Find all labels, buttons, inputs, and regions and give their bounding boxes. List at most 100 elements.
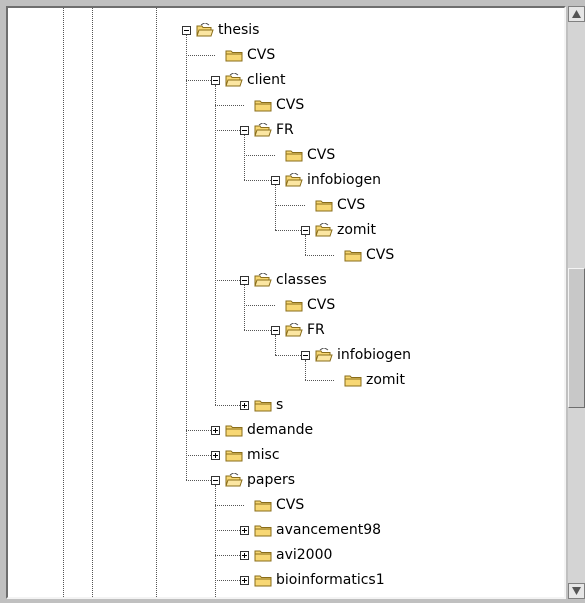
tree-branch-line [305,360,306,380]
tree-node-label: s [276,397,284,413]
tree-node-label: infobiogen [307,172,381,188]
tree-panel: thesis CVS client CVS FR CVS infobiogen CVS zomi… [6,6,566,599]
folder-icon [285,148,307,162]
folder-icon [285,298,307,312]
tree-node-label: FR [276,122,294,138]
tree-node[interactable]: zomit [301,218,376,242]
tree-branch-line [305,235,306,255]
open-folder-icon [225,473,247,487]
folder-icon [315,198,337,212]
folder-icon [225,448,247,462]
toggle-placeholder [271,151,280,160]
tree-guide-line [92,8,93,597]
collapse-toggle[interactable] [182,25,191,35]
open-folder-icon [196,23,218,37]
tree-node-label: zomit [366,372,405,388]
tree-node-label: client [247,72,286,88]
tree-node-label: papers [247,472,296,488]
expand-toggle[interactable] [240,575,249,585]
folder-icon [254,523,276,537]
tree-node-label: FR [307,322,325,338]
scroll-down-button[interactable] [568,583,585,599]
toggle-placeholder [271,301,280,310]
open-folder-icon [254,123,276,137]
tree-branch-line [244,285,245,330]
tree-node-label: bioinformatics1 [276,572,385,588]
tree-node-label: avancement98 [276,522,382,538]
tree-node[interactable]: infobiogen [271,168,381,192]
open-folder-icon [225,73,247,87]
vertical-scrollbar[interactable] [568,6,585,599]
tree-branch-line [215,485,216,597]
expand-toggle[interactable] [211,425,220,435]
tree-node[interactable]: CVS [301,193,365,217]
tree-node-label: avi2000 [276,547,333,563]
collapse-toggle[interactable] [301,350,310,360]
tree-branch-line [275,185,276,230]
tree-node[interactable]: demande [211,418,313,442]
toggle-placeholder [240,501,249,510]
toggle-placeholder [301,201,310,210]
tree-branch-line [186,35,187,480]
tree-node[interactable]: CVS [240,93,304,117]
open-folder-icon [285,323,307,337]
tree-node-label: CVS [307,147,336,163]
tree-node[interactable]: infobiogen [301,343,411,367]
tree-node-label: demande [247,422,314,438]
expand-toggle[interactable] [240,550,249,560]
tree-node-label: infobiogen [337,347,411,363]
tree-node[interactable]: classes [240,268,327,292]
tree-node-label: classes [276,272,327,288]
collapse-toggle[interactable] [240,125,249,135]
collapse-toggle[interactable] [240,275,249,285]
expand-toggle[interactable] [211,450,220,460]
expand-toggle[interactable] [240,400,249,410]
tree-guide-line [156,8,157,597]
directory-tree: thesis CVS client CVS FR CVS infobiogen CVS zomi… [8,8,564,599]
folder-icon [254,598,276,599]
tree-node[interactable]: CVS [240,493,304,517]
folder-icon [225,423,247,437]
tree-node[interactable]: FR [271,318,325,342]
tree-node[interactable]: thesis [182,18,259,42]
scrollbar-thumb[interactable] [568,268,585,408]
tree-node[interactable]: misc [211,443,280,467]
folder-icon [344,373,366,387]
tree-branch-line [275,335,276,355]
collapse-toggle[interactable] [211,475,220,485]
collapse-toggle[interactable] [271,325,280,335]
toggle-placeholder [330,376,339,385]
tree-node-label: CVS [276,97,305,113]
tree-node[interactable]: CVS [330,243,394,267]
tree-node[interactable]: zomit [330,368,405,392]
open-folder-icon [254,273,276,287]
folder-icon [344,248,366,262]
toggle-placeholder [330,251,339,260]
toggle-placeholder [211,51,220,60]
collapse-toggle[interactable] [301,225,310,235]
tree-node[interactable]: FR [240,118,294,142]
collapse-toggle[interactable] [271,175,280,185]
tree-node[interactable]: CVS [211,43,275,67]
tree-node[interactable]: avancement98 [240,518,381,542]
tree-branch-line [244,135,245,180]
tree-node[interactable]: ibw2000 [240,593,336,599]
tree-node[interactable]: client [211,68,285,92]
tree-node[interactable]: papers [211,468,295,492]
folder-icon [254,548,276,562]
expand-toggle[interactable] [240,525,249,535]
tree-node[interactable]: CVS [271,293,335,317]
collapse-toggle[interactable] [211,75,220,85]
folder-icon [254,573,276,587]
tree-node[interactable]: avi2000 [240,543,332,567]
open-folder-icon [285,173,307,187]
tree-node-label: zomit [337,222,376,238]
tree-node[interactable]: CVS [271,143,335,167]
tree-node[interactable]: s [240,393,283,417]
tree-node-label: CVS [276,497,305,513]
toggle-placeholder [240,101,249,110]
tree-node-label: thesis [218,22,260,38]
tree-node[interactable]: bioinformatics1 [240,568,385,592]
scroll-up-button[interactable] [568,6,585,22]
tree-guide-line [63,8,64,597]
